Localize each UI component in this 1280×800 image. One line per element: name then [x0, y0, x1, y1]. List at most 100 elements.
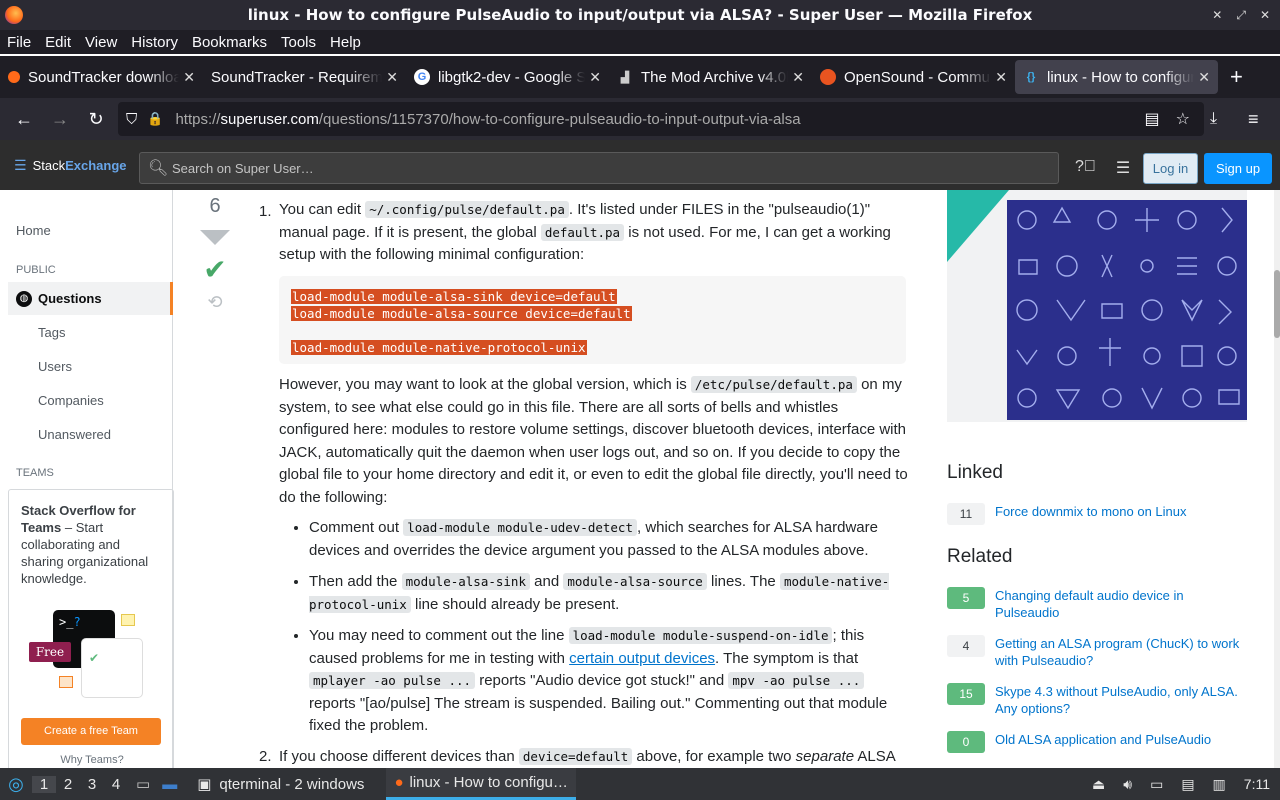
related-item[interactable]: 5 Changing default audio device in Pulsea…	[947, 587, 1245, 621]
related-question-link[interactable]: Getting an ALSA program (ChucK) to work …	[995, 635, 1245, 669]
stackexchange-icon: ☰	[14, 157, 27, 173]
url-bar[interactable]: ⛉ 🔒 https://superuser.com/questions/1157…	[118, 102, 1204, 136]
hamburger-menu-icon[interactable]: ≡	[1248, 109, 1259, 130]
nav-tags[interactable]: Tags	[38, 325, 65, 340]
clipboard-icon[interactable]: ▤	[1181, 776, 1194, 793]
url-path: /questions/1157370/how-to-configure-puls…	[318, 110, 801, 128]
volume-icon[interactable]: 🔊︎	[1123, 776, 1132, 793]
linked-question-link[interactable]: Force downmix to mono on Linux	[995, 503, 1245, 520]
menu-help[interactable]: Help	[323, 34, 368, 51]
task-firefox[interactable]: ● linux - How to configu…	[386, 768, 576, 800]
history-icon[interactable]: ⟲	[195, 292, 235, 313]
answer-paragraph-2: However, you may want to look at the glo…	[279, 376, 908, 506]
network-icon[interactable]: ▭	[1150, 776, 1163, 793]
shield-icon[interactable]: ⛉	[126, 111, 137, 128]
signup-button[interactable]: Sign up	[1204, 153, 1272, 184]
google-favicon-icon: G	[414, 69, 430, 85]
nav-companies[interactable]: Companies	[38, 393, 104, 408]
related-header: Related	[947, 546, 1013, 567]
downvote-icon[interactable]	[200, 230, 230, 245]
task-qterminal[interactable]: ▣ qterminal - 2 windows	[189, 768, 372, 800]
tab-close-icon[interactable]: ✕	[995, 69, 1007, 86]
vote-count: 6	[209, 195, 221, 217]
stackexchange-logo[interactable]: ☰ StackExchange	[14, 157, 127, 174]
menu-view[interactable]: View	[78, 34, 124, 51]
workspace-3[interactable]: 3	[80, 776, 104, 793]
site-switcher-icon[interactable]: ☰	[1116, 158, 1130, 178]
file-manager-icon[interactable]: ▭	[136, 775, 150, 793]
menu-file[interactable]: File	[0, 34, 38, 51]
related-item[interactable]: 15 Skype 4.3 without PulseAudio, only ALS…	[947, 683, 1245, 717]
forward-icon[interactable]: →	[42, 109, 78, 130]
restore-icon[interactable]: ⤢	[1236, 8, 1246, 23]
menu-edit[interactable]: Edit	[38, 34, 78, 51]
advertisement[interactable]	[947, 190, 1247, 422]
linked-item[interactable]: 11 Force downmix to mono on Linux	[947, 503, 1245, 525]
why-teams-link[interactable]: Why Teams?	[9, 752, 175, 769]
back-icon[interactable]: ←	[6, 109, 42, 130]
tab-opensound[interactable]: OpenSound - Community✕	[812, 60, 1015, 94]
workspace-1[interactable]: 1	[32, 775, 56, 793]
answer-bullet-list: Comment out load-module module-udev-dete…	[309, 517, 909, 738]
help-icon[interactable]: ?⃝	[1075, 158, 1096, 178]
scrollbar-thumb[interactable]	[1274, 270, 1280, 338]
close-window-icon[interactable]: ✕	[1260, 8, 1270, 22]
tab-soundtracker-download[interactable]: SoundTracker download ✕	[0, 60, 203, 94]
list-number: 2.	[259, 748, 272, 765]
tab-soundtracker-requirements[interactable]: SoundTracker - Requirements✕	[203, 60, 406, 94]
nav-home[interactable]: Home	[16, 223, 51, 238]
minimize-icon[interactable]: ✕	[1212, 8, 1222, 22]
nav-unanswered[interactable]: Unanswered	[38, 427, 111, 442]
ad-pattern-image	[1007, 200, 1247, 420]
workspace-2[interactable]: 2	[56, 776, 80, 793]
bookmark-star-icon[interactable]: ☆	[1176, 109, 1190, 129]
accepted-check-icon: ✔	[203, 254, 227, 285]
free-badge: Free	[29, 642, 71, 662]
nav-questions[interactable]: ◍ Questions	[8, 282, 173, 315]
terminal-icon: ▣	[197, 776, 212, 793]
tray-arrow-icon[interactable]: ⏏	[1092, 776, 1105, 793]
related-question-link[interactable]: Skype 4.3 without PulseAudio, only ALSA.…	[995, 683, 1245, 717]
superuser-favicon-icon: {}	[1026, 71, 1036, 83]
list-item: You may need to comment out the line loa…	[309, 625, 909, 738]
tab-mod-archive[interactable]: ▟ The Mod Archive v4.0b ✕	[609, 60, 812, 94]
tab-close-icon[interactable]: ✕	[183, 69, 195, 86]
reader-view-icon[interactable]: ▤	[1145, 109, 1160, 129]
code-line: load-module module-alsa-sink device=defa…	[291, 289, 617, 304]
nav-users[interactable]: Users	[38, 359, 72, 374]
reload-icon[interactable]: ↻	[78, 109, 114, 130]
lock-icon[interactable]: 🔒	[147, 111, 163, 127]
related-item[interactable]: 4 Getting an ALSA program (ChucK) to work…	[947, 635, 1245, 669]
firefox-icon: ●	[394, 774, 404, 791]
menu-history[interactable]: History	[124, 34, 185, 51]
linked-header: Linked	[947, 462, 1003, 483]
menu-bookmarks[interactable]: Bookmarks	[185, 34, 274, 51]
tab-close-icon[interactable]: ✕	[792, 69, 804, 86]
tab-superuser[interactable]: {} linux - How to configure ✕	[1015, 60, 1218, 94]
score-badge: 11	[947, 503, 985, 525]
new-tab-icon[interactable]: +	[1230, 64, 1243, 90]
tab-google-search[interactable]: Glibgtk2-dev - Google Search✕	[406, 60, 609, 94]
ubuntu-favicon-icon	[820, 69, 836, 85]
tab-close-icon[interactable]: ✕	[589, 69, 601, 86]
desktop-icon[interactable]: ▬	[162, 776, 177, 793]
page-scrollbar[interactable]	[1274, 190, 1280, 768]
downloads-icon[interactable]: ⤓	[1210, 110, 1217, 128]
answer-paragraph-3: If you choose different devices than dev…	[279, 748, 896, 765]
score-badge: 5	[947, 587, 985, 609]
notes-icon[interactable]: ▥	[1213, 776, 1226, 793]
related-question-link[interactable]: Old ALSA application and PulseAudio	[995, 731, 1245, 748]
login-button[interactable]: Log in	[1143, 153, 1198, 184]
search-input[interactable]: 🔍︎ Search on Super User…	[139, 152, 1059, 184]
app-launcher-icon[interactable]: ◎	[0, 774, 32, 795]
search-icon: 🔍︎	[148, 160, 169, 177]
tab-close-icon[interactable]: ✕	[386, 69, 398, 86]
menu-tools[interactable]: Tools	[274, 34, 323, 51]
certain-output-devices-link[interactable]: certain output devices	[569, 650, 715, 667]
workspace-4[interactable]: 4	[104, 776, 128, 793]
related-item[interactable]: 0 Old ALSA application and PulseAudio	[947, 731, 1245, 753]
related-question-link[interactable]: Changing default audio device in Pulseau…	[995, 587, 1245, 621]
score-badge: 0	[947, 731, 985, 753]
tab-close-icon[interactable]: ✕	[1198, 69, 1210, 86]
create-team-button[interactable]: Create a free Team	[21, 718, 161, 745]
